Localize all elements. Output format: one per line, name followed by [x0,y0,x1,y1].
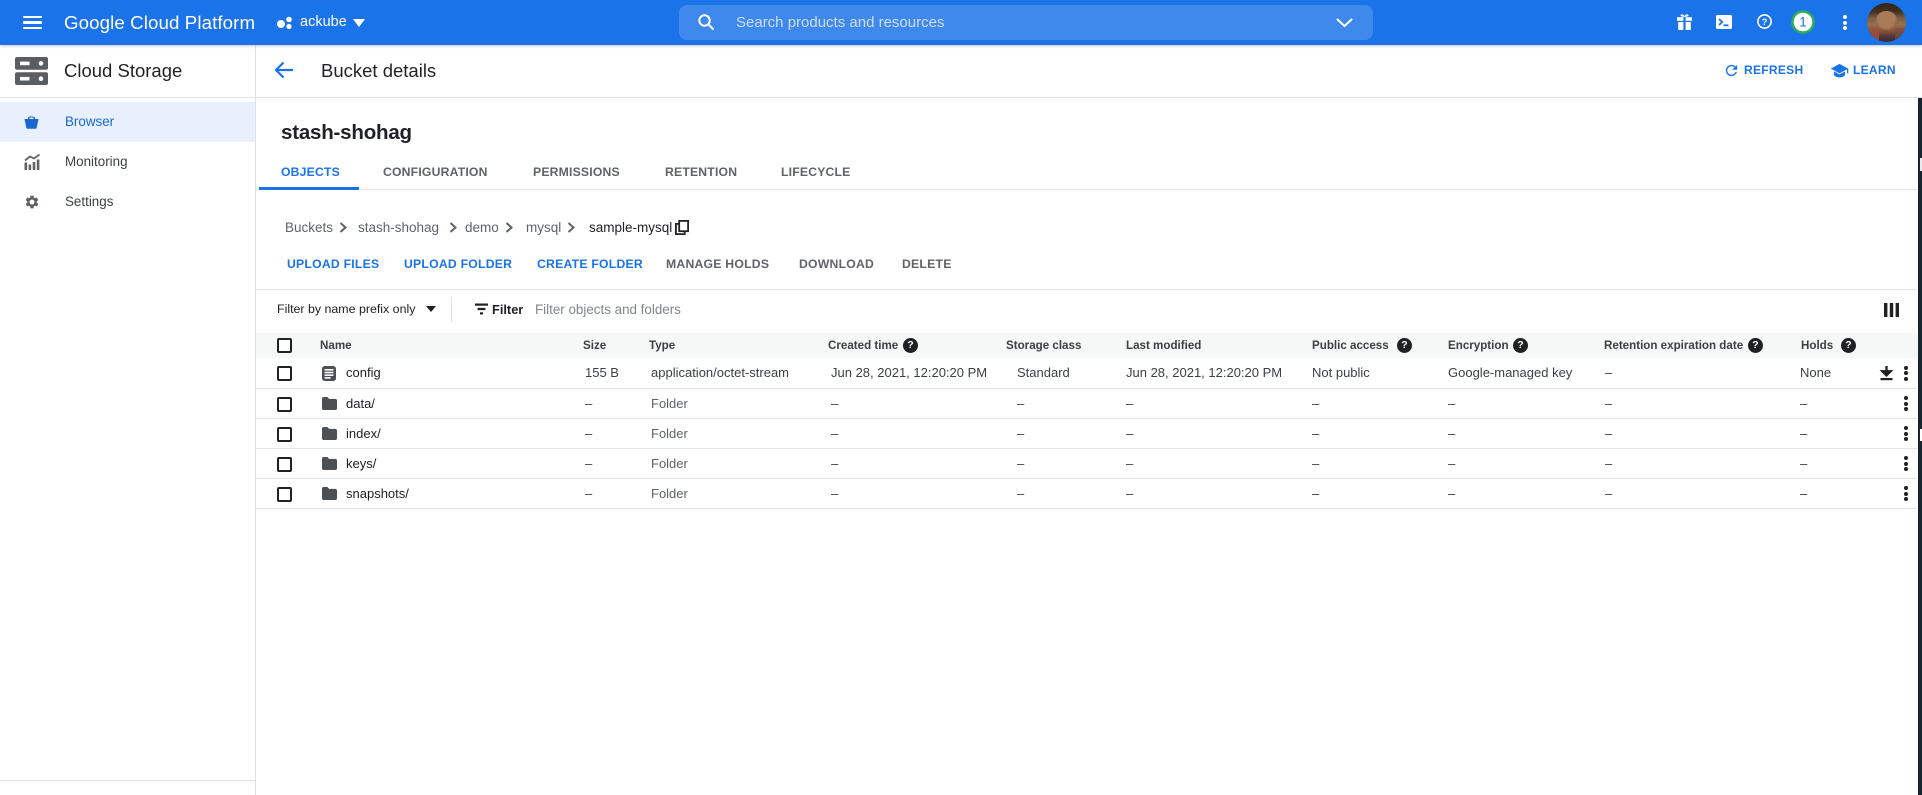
svg-text:1: 1 [1799,15,1807,30]
svg-text:?: ? [1762,17,1768,28]
